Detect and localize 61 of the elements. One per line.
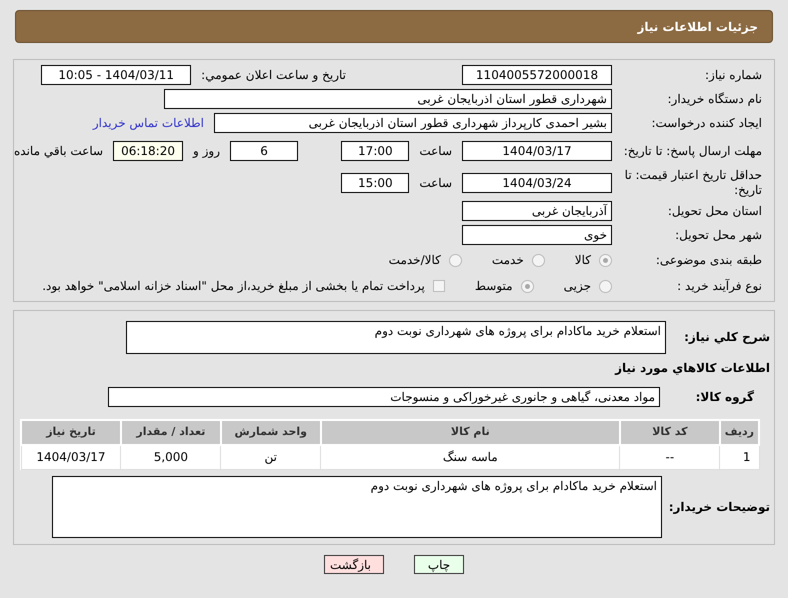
text-field[interactable]: 17:00 <box>341 141 410 161</box>
radio-button[interactable] <box>448 254 462 266</box>
text-field[interactable]: مواد معدنی، گیاهی و جانوری غیرخوراکی و منسوجات <box>108 387 660 407</box>
treasury-note: پرداخت تمام یا بخشی از مبلغ خرید،از محل "اسناد خزانه اسلامی" خواهد بود. <box>42 278 425 295</box>
table-cell: 5,000 <box>120 445 221 469</box>
text-field[interactable]: خوی <box>462 225 612 245</box>
field-label: استان محل تحویل: <box>666 204 762 218</box>
radio-label: کالا <box>574 252 591 269</box>
text-field[interactable]: 15:00 <box>341 173 410 193</box>
field-label: ساعت <box>419 143 452 160</box>
field-label: حداقل تاریخ اعتبار قیمت: تا تاریخ: <box>624 168 762 198</box>
radio-button[interactable] <box>599 280 612 292</box>
field-label: شماره نیاز: <box>704 68 762 82</box>
text-field[interactable]: 1104005572000018 <box>462 65 612 85</box>
description-textarea[interactable]: استعلام خرید ماکادام برای پروژه های شهرداری نوبت دوم <box>126 321 666 354</box>
radio-label: کالا/خدمت <box>388 252 441 269</box>
field-label: تاریخ و ساعت اعلان عمومي: <box>201 67 346 84</box>
table-cell: 1404/03/17 <box>21 445 121 469</box>
back-button[interactable]: بازگشت <box>324 554 384 574</box>
text-field[interactable]: شهرداری قطور استان اذربایجان غربی <box>164 89 612 109</box>
radio-label: جزیی <box>564 278 591 295</box>
radio-button[interactable] <box>599 254 612 266</box>
table-cell: -- <box>620 445 720 469</box>
field-label: طبقه بندی موضوعی: <box>654 252 762 268</box>
text-field[interactable]: 1404/03/24 <box>462 173 612 193</box>
text-field[interactable]: 1404/03/17 <box>462 141 612 161</box>
column-header: نام کالا <box>320 420 620 445</box>
print-button[interactable]: چاپ <box>414 554 464 574</box>
field-label: شرح کلي نیاز: <box>683 330 770 345</box>
field-label: نوع فرآیند خرید : <box>676 278 762 294</box>
buyer-notes-textarea[interactable]: استعلام خرید ماکادام برای پروژه های شهرداری نوبت دوم <box>52 476 662 538</box>
field-label: نام دستگاه خریدار: <box>666 92 762 106</box>
text-field[interactable]: بشیر احمدی کارپرداز شهرداری قطور استان اذربایجان غربی <box>214 113 612 133</box>
table-cell: 1 <box>720 445 759 469</box>
radio-label: متوسط <box>474 278 513 295</box>
buyer-contact-link[interactable]: اطلاعات تماس خریدار <box>92 114 204 132</box>
checkbox[interactable] <box>432 280 445 292</box>
table-cell: ماسه سنگ <box>320 445 620 469</box>
field-label: مهلت ارسال پاسخ: تا تاریخ: <box>622 144 762 158</box>
field-label: توضیحات خریدار: <box>670 498 770 516</box>
table-cell: تن <box>220 445 321 469</box>
column-header: کد کالا <box>620 420 720 445</box>
text-field[interactable]: آذربایجان غربی <box>462 201 612 221</box>
page-title: جزئیات اطلاعات نیاز <box>637 18 758 36</box>
column-header: ردیف <box>720 420 759 445</box>
text-field[interactable]: 6 <box>230 141 298 161</box>
field-label: گروه کالا: <box>694 389 755 406</box>
column-header: تاریخ نیاز <box>21 420 121 445</box>
section-heading: اطلاعات کالاهاي مورد نياز <box>615 361 770 375</box>
text-field[interactable]: 1404/03/11 - 10:05 <box>41 65 192 85</box>
field-label: ساعت باقي مانده <box>14 143 104 160</box>
field-label: روز و <box>193 143 220 160</box>
countdown-field[interactable]: 06:18:20 <box>113 141 184 161</box>
radio-label: خدمت <box>492 252 524 269</box>
field-label: شهر محل تحویل: <box>674 228 762 242</box>
field-label: ساعت <box>419 175 452 192</box>
column-header: تعداد / مقدار <box>120 420 221 445</box>
radio-button[interactable] <box>520 280 534 292</box>
field-label: ایجاد کننده درخواست: <box>650 116 762 130</box>
radio-button[interactable] <box>532 254 545 266</box>
column-header: واحد شمارش <box>220 420 321 445</box>
